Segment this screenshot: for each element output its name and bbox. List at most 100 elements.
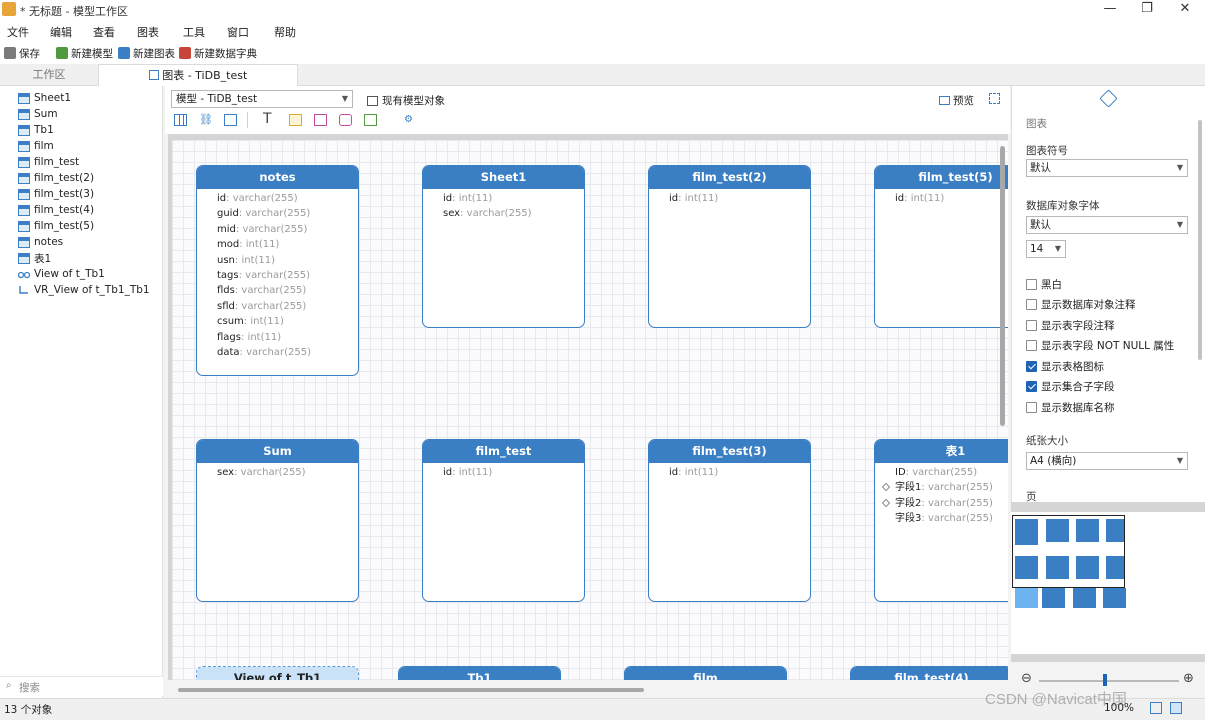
field-row[interactable]: sex: varchar(255) <box>423 206 584 221</box>
sidebar-item-film-test-3[interactable]: film_test(3) <box>18 186 94 202</box>
tab-workspace[interactable]: 工作区 <box>0 64 98 86</box>
add-view-icon[interactable] <box>224 114 237 126</box>
field-row[interactable]: guid: varchar(255) <box>197 206 358 221</box>
field-row[interactable]: tags: varchar(255) <box>197 268 358 283</box>
field-row[interactable]: id: varchar(255) <box>197 191 358 206</box>
entity-sheet1[interactable]: Sheet1 id: int(11) sex: varchar(255) <box>422 165 585 328</box>
field-row[interactable]: id: int(11) <box>649 191 810 206</box>
sidebar-item-view-t-tb1[interactable]: View of t_Tb1 <box>17 266 105 282</box>
field-row[interactable]: 字段1: varchar(255) <box>875 480 1008 495</box>
sidebar-item-sheet1[interactable]: Sheet1 <box>18 90 71 106</box>
checkbox-field-comments[interactable]: 显示表字段注释 <box>1026 318 1115 332</box>
field-row[interactable]: flds: varchar(255) <box>197 283 358 298</box>
minimize-button[interactable]: — <box>1092 0 1128 20</box>
field-row[interactable]: mod: int(11) <box>197 237 358 252</box>
field-row[interactable]: sex: varchar(255) <box>197 465 358 480</box>
close-button[interactable]: ✕ <box>1167 0 1203 20</box>
checkbox-box[interactable] <box>1026 401 1037 413</box>
fullscreen-icon[interactable] <box>989 93 1000 104</box>
field-row[interactable]: 字段3: varchar(255) <box>875 511 1008 526</box>
preview-button[interactable]: 预览 <box>939 93 974 108</box>
zoom-in-icon[interactable]: ⊕ <box>1183 671 1194 686</box>
new-dictionary-button[interactable]: 新建数据字典 <box>179 45 257 61</box>
entity-sum[interactable]: Sum sex: varchar(255) <box>196 439 359 602</box>
field-row[interactable]: id: int(11) <box>875 191 1008 206</box>
entity-film-test[interactable]: film_test id: int(11) <box>422 439 585 602</box>
image-tool-icon[interactable] <box>314 114 327 126</box>
font-size-select[interactable]: 14 ▼ <box>1026 240 1066 258</box>
font-select[interactable]: 默认 ▼ <box>1026 216 1188 234</box>
canvas-horizontal-scrollbar[interactable] <box>178 688 644 692</box>
entity-notes[interactable]: notes id: varchar(255) guid: varchar(255… <box>196 165 359 376</box>
field-row[interactable]: csum: int(11) <box>197 314 358 329</box>
field-row[interactable]: id: int(11) <box>423 191 584 206</box>
sidebar-item-sum[interactable]: Sum <box>18 106 58 122</box>
view-mode-icon[interactable] <box>1150 702 1162 714</box>
menu-help[interactable]: 帮助 <box>274 24 296 40</box>
checkbox-box[interactable] <box>1026 298 1037 310</box>
checkbox-box[interactable] <box>1026 360 1037 372</box>
entity-film[interactable]: film <box>624 666 787 680</box>
sidebar-item-film-test-4[interactable]: film_test(4) <box>18 202 94 218</box>
entity-film-test-2[interactable]: film_test(2) id: int(11) <box>648 165 811 328</box>
shape-tool-icon[interactable] <box>339 114 352 126</box>
minimap-viewport[interactable] <box>1012 515 1125 588</box>
menu-edit[interactable]: 编辑 <box>50 24 72 40</box>
checkbox-object-comments[interactable]: 显示数据库对象注释 <box>1026 297 1136 311</box>
checkbox-collection-fields[interactable]: 显示集合子字段 <box>1026 379 1115 393</box>
sidebar-item-film-test-5[interactable]: film_test(5) <box>18 218 94 234</box>
menu-tools[interactable]: 工具 <box>183 24 205 40</box>
text-tool-icon[interactable]: T <box>263 111 272 127</box>
maximize-button[interactable]: ❐ <box>1129 0 1165 20</box>
model-select[interactable]: 模型 - TiDB_test ▼ <box>171 90 353 108</box>
note-tool-icon[interactable] <box>289 114 302 126</box>
new-diagram-button[interactable]: 新建图表 <box>118 45 175 61</box>
sidebar-item-tb1[interactable]: Tb1 <box>18 122 54 138</box>
add-table-icon[interactable] <box>174 114 187 126</box>
menu-file[interactable]: 文件 <box>7 24 29 40</box>
symbol-select[interactable]: 默认 ▼ <box>1026 159 1188 177</box>
zoom-out-icon[interactable]: ⊖ <box>1021 671 1032 686</box>
checkbox-table-icons[interactable]: 显示表格图标 <box>1026 359 1104 373</box>
diagram-canvas[interactable]: notes id: varchar(255) guid: varchar(255… <box>168 134 1008 680</box>
entity-table1[interactable]: 表1 ID: varchar(255) 字段1: varchar(255) 字段… <box>874 439 1008 602</box>
entity-tb1[interactable]: Tb1 <box>398 666 561 680</box>
field-row[interactable]: sfld: varchar(255) <box>197 299 358 314</box>
sidebar-search[interactable]: ⌕ 搜索 <box>0 676 163 696</box>
new-model-button[interactable]: 新建模型 <box>56 45 113 61</box>
checkbox-not-null[interactable]: 显示表字段 NOT NULL 属性 <box>1026 338 1174 352</box>
entity-film-test-3[interactable]: film_test(3) id: int(11) <box>648 439 811 602</box>
checkbox-box[interactable] <box>1026 319 1037 331</box>
field-row[interactable]: mid: varchar(255) <box>197 222 358 237</box>
sidebar-item-notes[interactable]: notes <box>18 234 63 250</box>
checkbox-db-name[interactable]: 显示数据库名称 <box>1026 400 1115 414</box>
field-row[interactable]: id: int(11) <box>649 465 810 480</box>
field-row[interactable]: data: varchar(255) <box>197 345 358 360</box>
search-input[interactable]: 搜索 <box>19 680 40 695</box>
zoom-slider-handle[interactable] <box>1103 674 1107 686</box>
field-row[interactable]: id: int(11) <box>423 465 584 480</box>
paper-select[interactable]: A4 (横向) ▼ <box>1026 452 1188 470</box>
menu-window[interactable]: 窗口 <box>227 24 249 40</box>
panel-scrollbar[interactable] <box>1198 120 1202 360</box>
sidebar-item-film-test[interactable]: film_test <box>18 154 79 170</box>
menu-diagram[interactable]: 图表 <box>137 24 159 40</box>
zoom-slider-track[interactable] <box>1039 680 1179 682</box>
entity-view-t-tb1[interactable]: View of t_Tb1 <box>196 666 359 680</box>
layout-icon[interactable] <box>1170 702 1182 714</box>
field-row[interactable]: flags: int(11) <box>197 330 358 345</box>
checkbox-box[interactable] <box>1026 380 1037 392</box>
auto-layout-icon[interactable]: ⚙ <box>404 114 417 126</box>
entity-film-test-5[interactable]: film_test(5) id: int(11) <box>874 165 1008 328</box>
checkbox-box[interactable] <box>1026 339 1037 351</box>
link-icon[interactable]: ⛓ <box>199 114 213 126</box>
field-row[interactable]: 字段2: varchar(255) <box>875 496 1008 511</box>
sidebar-item-film[interactable]: film <box>18 138 54 154</box>
field-row[interactable]: ID: varchar(255) <box>875 465 1008 480</box>
sidebar-item-vr-view[interactable]: VR_View of t_Tb1_Tb1 <box>18 282 150 298</box>
diagram-properties-icon[interactable] <box>1099 89 1118 108</box>
checkbox-black-white[interactable]: 黑白 <box>1026 277 1062 291</box>
layer-tool-icon[interactable] <box>364 114 377 126</box>
existing-objects-button[interactable]: 现有模型对象 <box>367 93 445 108</box>
menu-view[interactable]: 查看 <box>93 24 115 40</box>
